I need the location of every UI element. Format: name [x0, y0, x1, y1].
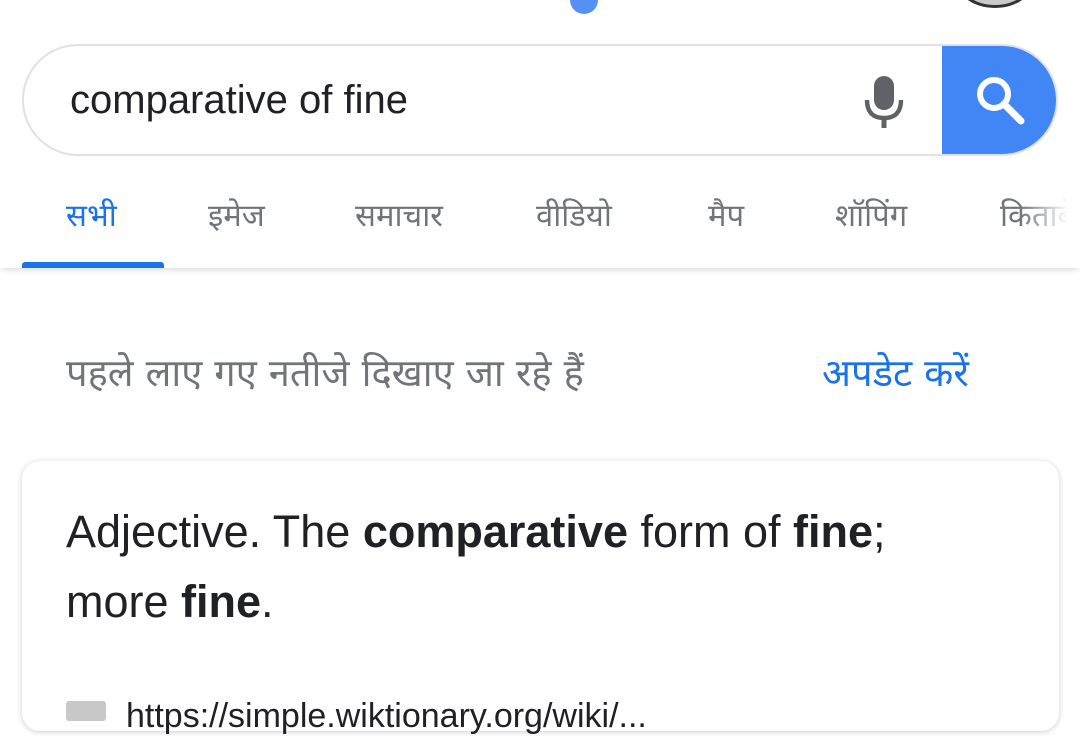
tab-news[interactable]: समाचार	[355, 194, 443, 236]
tabs-fade-overlay	[1020, 170, 1080, 268]
search-tabs: सभी इमेज समाचार वीडियो मैप शॉपिंग किताबे…	[0, 170, 1080, 268]
tab-shopping[interactable]: शॉपिंग	[835, 194, 907, 236]
search-icon	[977, 77, 1025, 125]
source-url[interactable]: https://simple.wiktionary.org/wiki/...	[126, 697, 647, 736]
favicon-icon	[66, 701, 106, 721]
tab-images[interactable]: इमेज	[208, 194, 265, 236]
answer-card: Adjective. The comparative form of fine;…	[22, 461, 1059, 735]
top-partial-dot	[570, 0, 598, 14]
tab-videos[interactable]: वीडियो	[536, 194, 612, 236]
tab-all[interactable]: सभी	[66, 194, 117, 236]
search-input[interactable]	[70, 46, 810, 154]
account-avatar[interactable]	[955, 0, 1035, 8]
update-link[interactable]: अपडेट करें	[822, 346, 969, 398]
answer-text: Adjective. The comparative form of fine;…	[66, 506, 886, 627]
tab-maps[interactable]: मैप	[708, 194, 744, 236]
cached-results-notice: पहले लाए गए नतीजे दिखाए जा रहे हैं	[66, 351, 584, 395]
active-tab-indicator	[22, 262, 164, 268]
search-bar	[22, 44, 1058, 156]
mic-icon[interactable]	[862, 74, 906, 130]
search-button[interactable]	[942, 46, 1056, 154]
